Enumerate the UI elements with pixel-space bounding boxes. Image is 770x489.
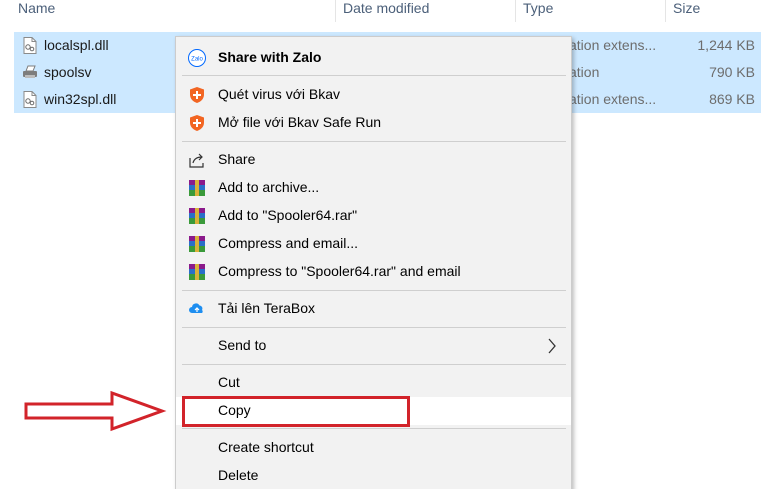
menu-item-delete[interactable]: Delete bbox=[176, 462, 571, 489]
dll-file-icon bbox=[23, 37, 37, 54]
winrar-icon bbox=[189, 236, 205, 252]
menu-item-label: Compress to "Spooler64.rar" and email bbox=[218, 263, 461, 279]
column-divider[interactable] bbox=[335, 0, 336, 22]
file-size: 790 KB bbox=[709, 64, 755, 80]
column-header-size[interactable]: Size bbox=[673, 0, 700, 22]
file-type: ation extens... bbox=[569, 37, 657, 53]
column-header-name[interactable]: Name bbox=[18, 0, 55, 22]
menu-item-label: Create shortcut bbox=[218, 439, 314, 455]
menu-item-label: Share bbox=[218, 151, 256, 167]
menu-item-scan-bkav[interactable]: Quét virus với Bkav bbox=[176, 81, 571, 109]
menu-item-share[interactable]: Share bbox=[176, 146, 571, 174]
menu-item-label: Compress and email... bbox=[218, 235, 359, 251]
menu-item-add-rar[interactable]: Add to "Spooler64.rar" bbox=[176, 202, 571, 230]
menu-item-label: Add to "Spooler64.rar" bbox=[218, 207, 358, 223]
menu-item-send-to[interactable]: Send to bbox=[176, 332, 571, 360]
menu-divider bbox=[182, 75, 566, 76]
menu-item-terabox[interactable]: Tải lên TeraBox bbox=[176, 295, 571, 323]
column-header-date-modified[interactable]: Date modified bbox=[343, 0, 429, 22]
menu-divider bbox=[182, 290, 566, 291]
menu-divider bbox=[182, 141, 566, 142]
arrow-right-icon bbox=[24, 390, 167, 432]
svg-text:Zalo: Zalo bbox=[191, 57, 203, 63]
column-header-type[interactable]: Type bbox=[523, 0, 553, 22]
file-name[interactable]: win32spl.dll bbox=[44, 91, 116, 107]
column-divider[interactable] bbox=[515, 0, 516, 22]
menu-divider bbox=[182, 364, 566, 365]
bkav-shield-icon bbox=[190, 115, 204, 131]
terabox-cloud-icon bbox=[189, 303, 203, 313]
menu-divider bbox=[182, 327, 566, 328]
winrar-icon bbox=[189, 208, 205, 224]
file-name[interactable]: spoolsv bbox=[44, 64, 91, 80]
share-icon bbox=[189, 153, 204, 168]
printer-app-icon bbox=[23, 65, 37, 78]
menu-item-compress-email[interactable]: Compress and email... bbox=[176, 230, 571, 258]
file-type: ation extens... bbox=[569, 91, 657, 107]
menu-item-open-bkav[interactable]: Mở file với Bkav Safe Run bbox=[176, 109, 571, 137]
menu-item-label: Delete bbox=[218, 467, 259, 483]
highlight-box bbox=[182, 396, 410, 427]
chevron-right-icon bbox=[548, 338, 556, 354]
menu-divider bbox=[182, 428, 566, 429]
file-size: 1,244 KB bbox=[697, 37, 755, 53]
bkav-shield-icon bbox=[190, 87, 204, 103]
menu-item-label: Quét virus với Bkav bbox=[218, 86, 340, 102]
menu-item-label: Send to bbox=[218, 337, 267, 353]
menu-item-compress-rar-email[interactable]: Compress to "Spooler64.rar" and email bbox=[176, 258, 571, 286]
zalo-icon: Zalo bbox=[188, 49, 206, 67]
menu-item-label: Mở file với Bkav Safe Run bbox=[218, 114, 382, 130]
menu-item-share-zalo[interactable]: Zalo Share with Zalo bbox=[176, 44, 571, 72]
winrar-icon bbox=[189, 180, 205, 196]
file-size: 869 KB bbox=[709, 91, 755, 107]
winrar-icon bbox=[189, 264, 205, 280]
menu-item-label: Cut bbox=[218, 374, 240, 390]
menu-item-cut[interactable]: Cut bbox=[176, 369, 571, 397]
menu-item-add-archive[interactable]: Add to archive... bbox=[176, 174, 571, 202]
menu-item-label: Share with Zalo bbox=[218, 49, 322, 65]
menu-item-label: Tải lên TeraBox bbox=[218, 300, 316, 316]
dll-file-icon bbox=[23, 91, 37, 108]
menu-item-create-shortcut[interactable]: Create shortcut bbox=[176, 434, 571, 462]
file-type: ation bbox=[569, 64, 600, 80]
file-name[interactable]: localspl.dll bbox=[44, 37, 109, 53]
menu-item-label: Add to archive... bbox=[218, 179, 320, 195]
column-divider[interactable] bbox=[665, 0, 666, 22]
